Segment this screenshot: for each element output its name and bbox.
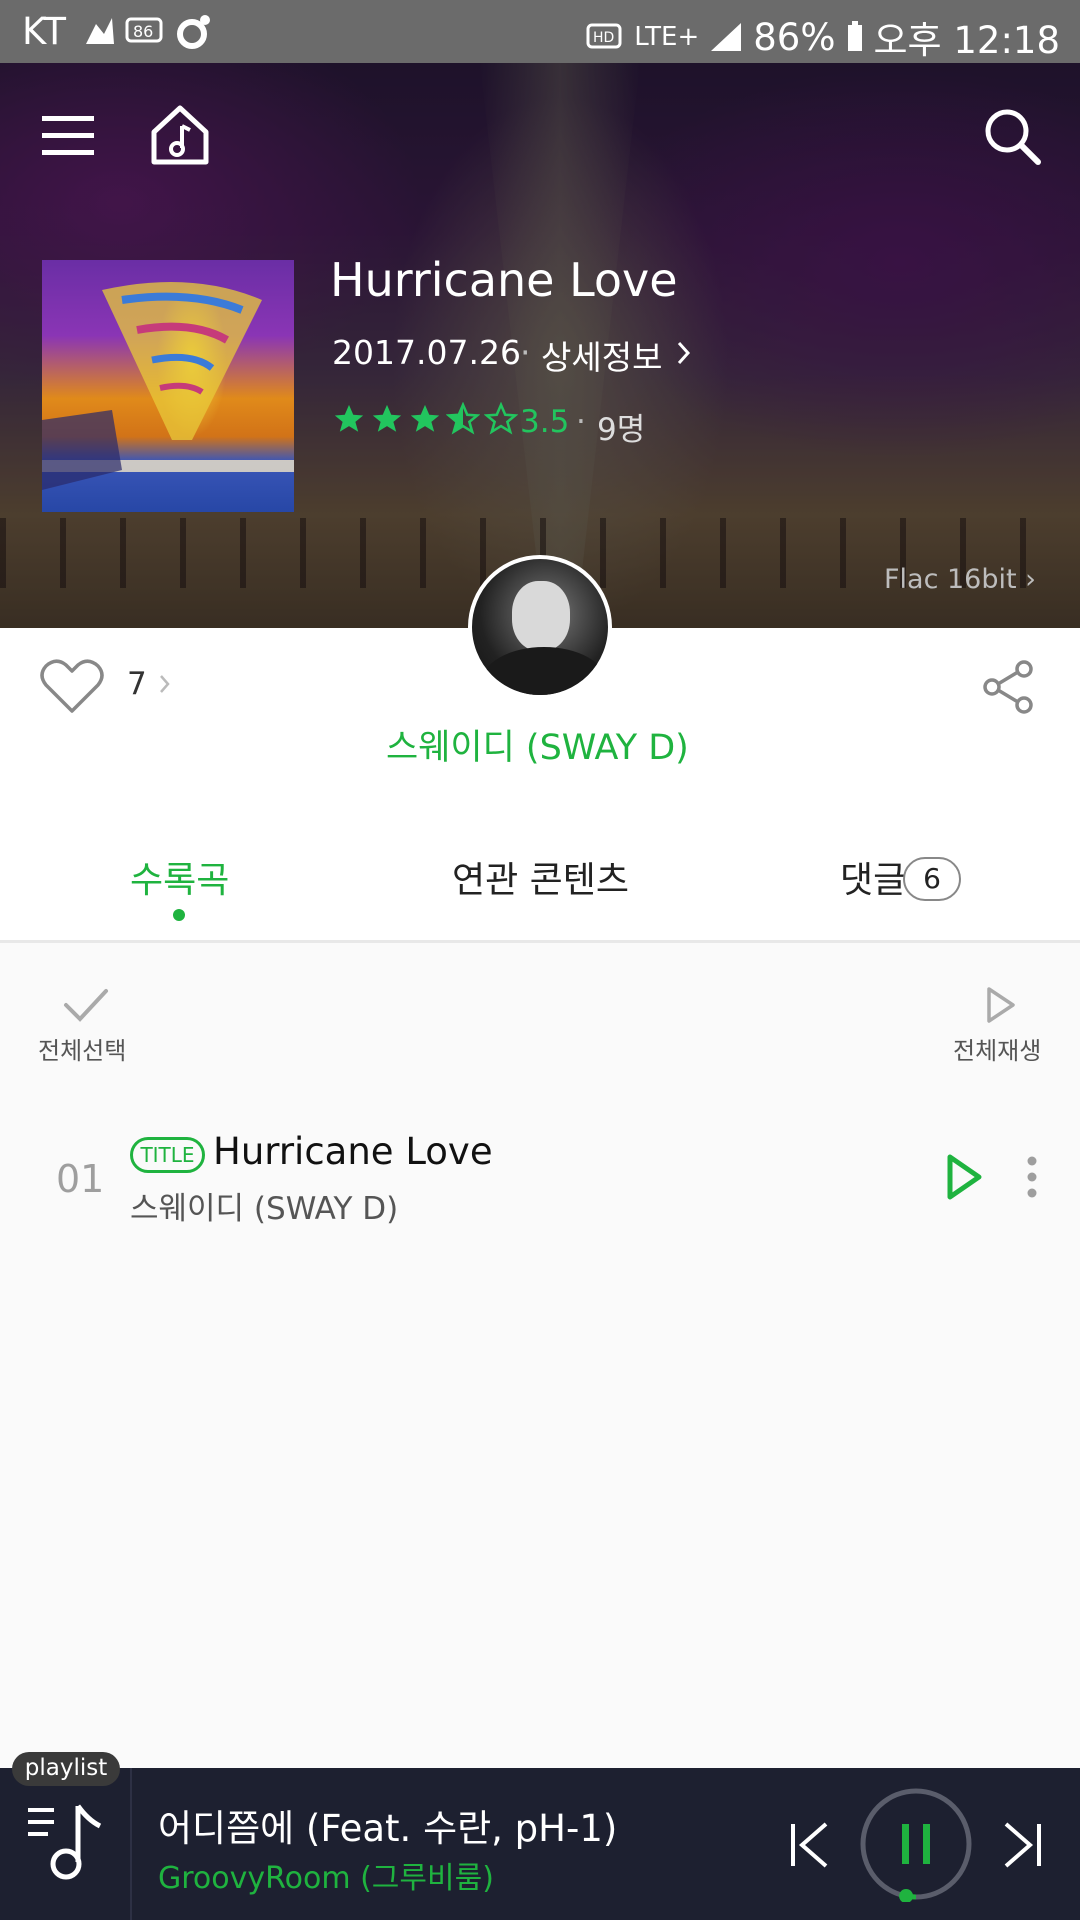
play-all-icon[interactable] [984,985,1018,1025]
check-icon[interactable] [62,985,110,1025]
artist-face [512,581,570,651]
menu-icon[interactable] [40,112,96,160]
heart-icon[interactable] [38,657,106,715]
badge-icon: 86 [125,17,163,43]
cover-art [42,282,294,490]
next-track-icon[interactable] [1000,1820,1044,1870]
rating-stars[interactable] [332,402,522,436]
status-bar: KT 86 HD LTE+ 86% 오후 12:18 [0,0,1080,63]
signal-icon [711,23,742,51]
star-full-icon [334,404,364,432]
pause-icon [902,1824,930,1864]
artist-name-link[interactable]: 스웨이디 (SWAY D) [386,719,689,770]
release-date: 2017.07.26 [332,333,521,372]
playlist-icon[interactable] [26,1800,106,1886]
star-full-icon [372,404,402,432]
star-empty-icon [484,402,518,435]
artist-body [482,647,606,695]
album-cover[interactable] [42,260,294,512]
audio-quality-link[interactable]: Flac 16bit › [884,564,1036,595]
star-full-icon [410,404,440,432]
clock: 오후 12:18 [873,19,1060,62]
svg-text:86: 86 [133,22,153,41]
artist-photo[interactable] [468,555,612,699]
rating-value: 3.5 [520,404,570,440]
share-icon[interactable] [980,659,1038,715]
tab-comments[interactable]: 댓글 [840,851,906,903]
svg-text:HD: HD [593,30,614,46]
track-number: 01 [56,1157,105,1201]
detail-info-link[interactable]: 상세정보 [541,331,662,379]
select-all-button[interactable]: 전체선택 [38,1031,126,1066]
track-artist[interactable]: 스웨이디 (SWAY D) [130,1183,398,1228]
notification-icon [86,18,114,44]
hd-icon: HD [586,23,622,49]
now-playing-artist[interactable]: GroovyRoom (그루비룸) [158,1853,494,1897]
tab-tracks[interactable]: 수록곡 [130,851,229,903]
more-options-icon[interactable] [1024,1154,1040,1200]
battery-label: 86% [753,15,836,59]
carrier-label: KT [22,10,66,53]
like-count[interactable]: 7 [127,666,147,702]
play-pause-button[interactable] [858,1786,974,1902]
network-label: LTE+ [634,22,700,52]
track-title[interactable]: Hurricane Love [213,1130,493,1173]
chevron-right-icon[interactable] [676,340,692,366]
tab-divider [0,940,1080,943]
previous-track-icon[interactable] [788,1820,832,1870]
play-icon[interactable] [944,1152,984,1202]
now-playing-title[interactable]: 어디쯤에 (Feat. 수란, pH-1) [158,1798,617,1852]
tab-related-content[interactable]: 연관 콘텐츠 [452,851,629,903]
separator-dot: · [576,404,586,440]
separator-dot: · [520,333,531,372]
star-half-icon [446,402,480,435]
title-track-badge: TITLE [130,1137,205,1173]
album-title: Hurricane Love [330,253,678,307]
play-all-button[interactable]: 전체재생 [953,1031,1041,1066]
search-icon[interactable] [982,106,1042,166]
player-divider [130,1768,132,1920]
comment-count-badge: 6 [903,857,961,901]
battery-icon [847,21,862,51]
active-tab-indicator [173,909,185,921]
playlist-tag[interactable]: playlist [12,1752,120,1786]
rating-count: 9명 [597,412,646,448]
music-app-icon [177,15,210,49]
music-home-icon[interactable] [148,104,212,166]
chevron-right-icon[interactable] [158,673,172,695]
progress-knob[interactable] [899,1889,914,1902]
